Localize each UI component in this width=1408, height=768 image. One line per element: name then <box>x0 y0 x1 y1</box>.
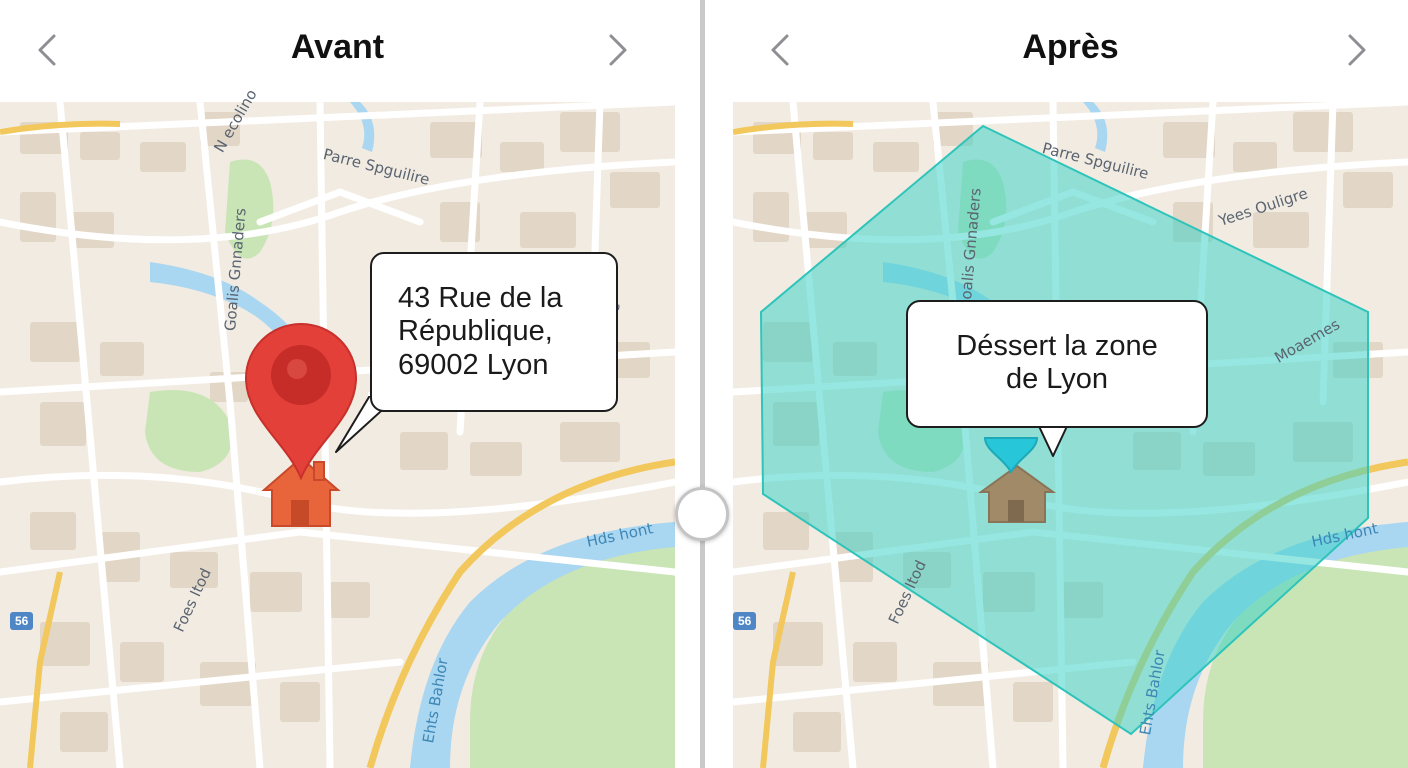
after-map[interactable]: Parre Spguilire Yees Ouligre Moaemes Goa… <box>733 102 1408 768</box>
bubble-tail <box>1036 421 1070 457</box>
chevron-right-icon <box>597 30 637 70</box>
address-line: République, <box>398 315 553 348</box>
service-area-bubble: Déssert la zone de Lyon <box>906 300 1208 428</box>
before-next-button[interactable] <box>597 30 637 70</box>
after-title: Après <box>1022 28 1119 66</box>
comparison-divider[interactable] <box>700 0 705 768</box>
service-area-line: Déssert la zone <box>956 330 1158 362</box>
chevron-right-icon <box>1336 30 1376 70</box>
address-bubble: 43 Rue de la République, 69002 Lyon <box>370 252 618 412</box>
after-panel: Après Parre Spguilire Yees Ouligre Moaem… <box>733 0 1408 768</box>
before-map[interactable]: Parre Spguilire N ecolino Goalis Gnnader… <box>0 86 675 768</box>
slider-handle[interactable] <box>675 487 729 541</box>
before-header: Avant <box>0 0 675 102</box>
route-badge: 56 <box>733 612 757 630</box>
service-area-line: de Lyon <box>1005 363 1109 396</box>
address-line: 69002 Lyon <box>398 348 549 381</box>
map-pin-icon[interactable] <box>244 322 358 482</box>
route-badge: 56 <box>10 612 34 630</box>
after-header: Après <box>733 0 1408 102</box>
after-next-button[interactable] <box>1336 30 1376 70</box>
before-panel: Avant Parre Spguilire N ecolino Goalis G… <box>0 0 675 768</box>
address-line: 43 Rue de la <box>398 282 563 314</box>
before-title: Avant <box>290 28 385 66</box>
map-pin-icon[interactable] <box>983 424 1039 474</box>
